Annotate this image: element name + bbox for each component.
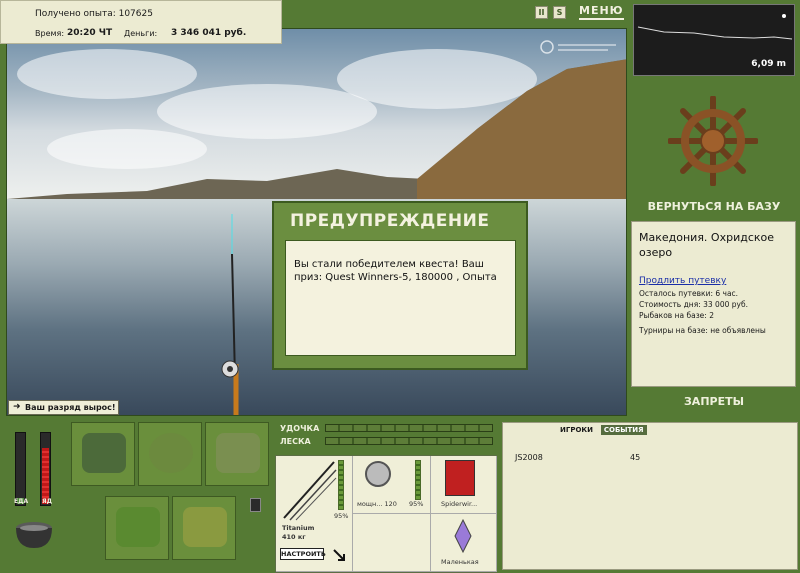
inventory-scroll-button[interactable] (250, 498, 261, 512)
inventory-slot-bag[interactable] (71, 422, 135, 486)
rank-up-text: Ваш разряд вырос! (25, 403, 116, 412)
resize-arrow-icon (333, 549, 345, 561)
poison-label: ЯД (42, 498, 52, 505)
tournaments-status: Турниры на базе: не объявлены (639, 326, 766, 335)
sound-button[interactable]: S (553, 6, 566, 19)
reel-durability-bar (415, 460, 421, 500)
reel-name: мощн... 120 (357, 500, 397, 508)
dialog-message: Вы стали победителем квеста! Ваш приз: Q… (285, 240, 516, 356)
line-bar-label: ЛЕСКА (280, 437, 311, 446)
bag-icon (82, 433, 126, 473)
inventory-slot-basket[interactable] (105, 496, 169, 560)
time-value: 20:20 ЧТ (67, 28, 113, 38)
location-title: Македония. Охридское озеро (639, 231, 775, 259)
reel-slot[interactable]: мощн... 120 95% (353, 456, 431, 514)
rod-percent: 95% (334, 512, 349, 520)
money-value: 3 346 041 руб. (171, 28, 247, 38)
player-value: 45 (630, 453, 641, 462)
pause-button[interactable]: II (535, 6, 548, 19)
empty-slot[interactable] (353, 514, 431, 572)
menu-button[interactable]: МЕНЮ (579, 4, 624, 20)
restrictions-button[interactable]: ЗАПРЕТЫ (628, 395, 800, 408)
player-name: JS2008 (515, 453, 543, 462)
dialog-title: ПРЕДУПРЕЖДЕНИЕ (290, 211, 490, 231)
return-to-base-button[interactable]: ВЕРНУТЬСЯ НА БАЗУ (628, 200, 800, 213)
tab-events[interactable]: СОБЫТИЯ (600, 425, 647, 435)
top-toolbar: II S МЕНЮ (282, 0, 628, 28)
money-label: Деньги: (124, 29, 158, 38)
rank-up-notification[interactable]: ➜ Ваш разряд вырос! (8, 400, 119, 415)
fishers-count: Рыбаков на базе: 2 (639, 311, 714, 320)
watermark-logo (540, 39, 620, 54)
food-basket-icon (116, 507, 160, 547)
game-screen: Получено опыта: 107625 Время: 20:20 ЧТ Д… (0, 0, 800, 573)
line-condition-bar (325, 437, 493, 445)
rod-bar-label: УДОЧКА (280, 424, 320, 433)
rod-weight: 410 кг (282, 533, 306, 541)
cauldron-icon[interactable] (12, 516, 56, 552)
depth-value: 6,09 m (751, 59, 786, 69)
player-info-panel: Получено опыта: 107625 Время: 20:20 ЧТ Д… (0, 0, 282, 44)
tab-players[interactable]: ИГРОКИ (557, 425, 596, 435)
poison-gauge (40, 432, 51, 506)
tackle-panel: 95% Titanium 410 кг НАСТРОИТЬ мощн... 12… (275, 455, 497, 573)
rod-durability-bar (338, 460, 344, 510)
bucket-icon (183, 507, 227, 547)
warning-dialog: ПРЕДУПРЕЖДЕНИЕ Вы стали победителем квес… (272, 201, 528, 370)
depth-sonar: 6,09 m (633, 4, 795, 76)
day-cost: Стоимость дня: 33 000 руб. (639, 300, 748, 309)
rod-condition-bar (325, 424, 493, 432)
location-info: Македония. Охридское озеро Продлить путе… (631, 221, 796, 387)
lure-name: Маленькая (441, 558, 479, 566)
line-spool-icon (445, 460, 475, 496)
base-panel: ВЕРНУТЬСЯ НА БАЗУ Македония. Охридское о… (628, 82, 800, 416)
arrow-right-icon: ➜ (13, 402, 21, 412)
reel-percent: 95% (409, 500, 424, 508)
rod-name: Titanium (282, 524, 315, 532)
food-gauge (15, 432, 26, 506)
fishing-rod (221, 214, 239, 415)
sack-icon (149, 433, 193, 473)
food-label: ЕДА (14, 498, 29, 505)
players-panel: ИГРОКИ СОБЫТИЯ JS2008 45 (502, 422, 798, 570)
landing-net-icon (216, 433, 260, 473)
extend-trip-link[interactable]: Продлить путевку (639, 276, 788, 286)
inventory-slot-bucket[interactable] (172, 496, 236, 560)
line-slot[interactable]: Spiderwir... (431, 456, 497, 514)
inventory-slot-net[interactable] (205, 422, 269, 486)
experience-text: Получено опыта: 107625 (35, 9, 153, 19)
rod-slot[interactable]: 95% Titanium 410 кг НАСТРОИТЬ (276, 456, 353, 572)
inventory-slot-sack[interactable] (138, 422, 202, 486)
lure-slot[interactable]: Маленькая (431, 514, 497, 572)
setup-button[interactable]: НАСТРОИТЬ (280, 548, 326, 560)
lure-icon (454, 518, 472, 554)
players-tabs: ИГРОКИ СОБЫТИЯ (557, 425, 649, 435)
trip-remaining: Осталось путевки: 6 час. (639, 289, 739, 298)
player-row[interactable]: JS2008 45 (515, 453, 785, 462)
line-name: Spiderwir... (441, 500, 478, 508)
ship-wheel-icon (668, 96, 758, 186)
time-label: Время: (35, 29, 65, 38)
rod-icon (283, 461, 337, 521)
reel-icon (365, 461, 391, 487)
